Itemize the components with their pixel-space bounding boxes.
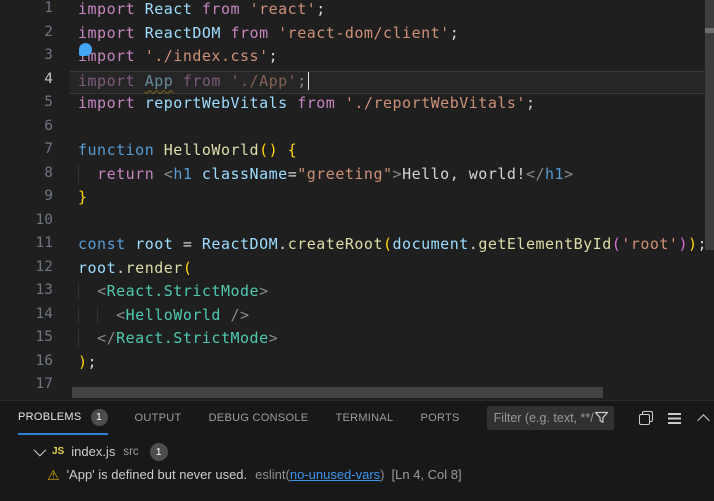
vscode-window: 1234567891011121314151617 import React f… xyxy=(0,0,714,501)
filter-input[interactable] xyxy=(494,411,594,425)
tab-problems[interactable]: PROBLEMS 1 xyxy=(18,401,108,435)
code-line[interactable]: ); xyxy=(70,353,714,377)
tab-terminal[interactable]: TERMINAL xyxy=(335,401,393,435)
code-line[interactable]: <HelloWorld /> xyxy=(70,306,714,330)
code-line[interactable]: function HelloWorld() { xyxy=(70,141,714,165)
chevron-down-icon[interactable] xyxy=(34,444,47,457)
code-line[interactable]: </React.StrictMode> xyxy=(70,329,714,353)
line-number[interactable]: 16 xyxy=(0,353,70,377)
file-name: index.js xyxy=(71,444,115,459)
line-number[interactable]: 1 xyxy=(0,0,70,24)
code-line[interactable]: } xyxy=(70,188,714,212)
problem-row[interactable]: ⚠ 'App' is defined but never used. eslin… xyxy=(0,463,714,486)
code-line[interactable]: <React.StrictMode> xyxy=(70,282,714,306)
line-number[interactable]: 6 xyxy=(0,118,70,142)
problem-message: 'App' is defined but never used. xyxy=(67,467,248,482)
code-line[interactable]: const root = ReactDOM.createRoot(documen… xyxy=(70,235,714,259)
problem-file-row[interactable]: JS index.js src 1 xyxy=(0,440,714,463)
code-line[interactable]: import ReactDOM from 'react-dom/client'; xyxy=(70,24,714,48)
tab-problems-label: PROBLEMS xyxy=(18,401,82,433)
line-number[interactable]: 13 xyxy=(0,282,70,306)
line-number[interactable]: 7 xyxy=(0,141,70,165)
text-cursor xyxy=(308,72,310,90)
problems-filter[interactable] xyxy=(487,406,614,430)
eslint-rule-link[interactable]: no-unused-vars xyxy=(290,467,380,482)
line-number[interactable]: 8 xyxy=(0,165,70,189)
editor-gutter[interactable]: 1234567891011121314151617 xyxy=(0,0,70,400)
code-line[interactable]: import React from 'react'; xyxy=(70,0,714,24)
tab-debug-console-label: DEBUG CONSOLE xyxy=(209,402,309,434)
vertical-scrollbar-thumb[interactable] xyxy=(705,0,714,250)
overview-ruler-marker xyxy=(705,28,714,33)
vertical-scrollbar[interactable] xyxy=(705,0,714,400)
line-number[interactable]: 2 xyxy=(0,24,70,48)
tab-terminal-label: TERMINAL xyxy=(335,402,393,434)
panel-header: PROBLEMS 1 OUTPUT DEBUG CONSOLE TERMINAL… xyxy=(0,401,714,435)
panel-actions xyxy=(625,410,714,426)
code-line[interactable]: return <h1 className="greeting">Hello, w… xyxy=(70,165,714,189)
tab-output[interactable]: OUTPUT xyxy=(135,401,182,435)
line-number[interactable]: 14 xyxy=(0,306,70,330)
restore-panel-icon[interactable] xyxy=(638,410,654,426)
view-menu-icon[interactable] xyxy=(667,410,683,426)
line-number[interactable]: 10 xyxy=(0,212,70,236)
horizontal-scrollbar-thumb[interactable] xyxy=(72,387,603,398)
code-area[interactable]: import React from 'react';import ReactDO… xyxy=(70,0,714,400)
line-number[interactable]: 3 xyxy=(0,47,70,71)
js-file-icon: JS xyxy=(52,446,64,457)
line-number[interactable]: 9 xyxy=(0,188,70,212)
line-number[interactable]: 17 xyxy=(0,376,70,400)
problem-location: [Ln 4, Col 8] xyxy=(392,467,462,482)
editor[interactable]: 1234567891011121314151617 import React f… xyxy=(0,0,714,400)
blue-cursor-marker xyxy=(79,43,92,56)
code-line[interactable] xyxy=(70,118,714,142)
warning-icon: ⚠ xyxy=(47,468,60,482)
line-number[interactable]: 5 xyxy=(0,94,70,118)
filter-icon[interactable] xyxy=(594,411,609,425)
line-number[interactable]: 11 xyxy=(0,235,70,259)
file-path: src xyxy=(123,446,138,458)
line-number[interactable]: 12 xyxy=(0,259,70,283)
code-line[interactable] xyxy=(70,212,714,236)
maximize-panel-icon[interactable] xyxy=(696,410,712,426)
problems-count-badge: 1 xyxy=(91,409,108,426)
code-line[interactable]: import './index.css'; xyxy=(70,47,714,71)
tab-ports[interactable]: PORTS xyxy=(420,401,459,435)
line-number[interactable]: 4 xyxy=(0,71,70,95)
code-line[interactable]: import reportWebVitals from './reportWeb… xyxy=(70,94,714,118)
problem-source: eslint(no-unused-vars) xyxy=(255,467,384,482)
bottom-panel: PROBLEMS 1 OUTPUT DEBUG CONSOLE TERMINAL… xyxy=(0,400,714,501)
code-line[interactable]: import App from './App'; xyxy=(70,71,714,95)
line-number[interactable]: 15 xyxy=(0,329,70,353)
code-line[interactable]: root.render( xyxy=(70,259,714,283)
tab-debug-console[interactable]: DEBUG CONSOLE xyxy=(209,401,309,435)
tab-ports-label: PORTS xyxy=(420,402,459,434)
horizontal-scrollbar[interactable] xyxy=(70,387,705,398)
tab-output-label: OUTPUT xyxy=(135,402,182,434)
file-problem-count-badge: 1 xyxy=(150,443,168,461)
